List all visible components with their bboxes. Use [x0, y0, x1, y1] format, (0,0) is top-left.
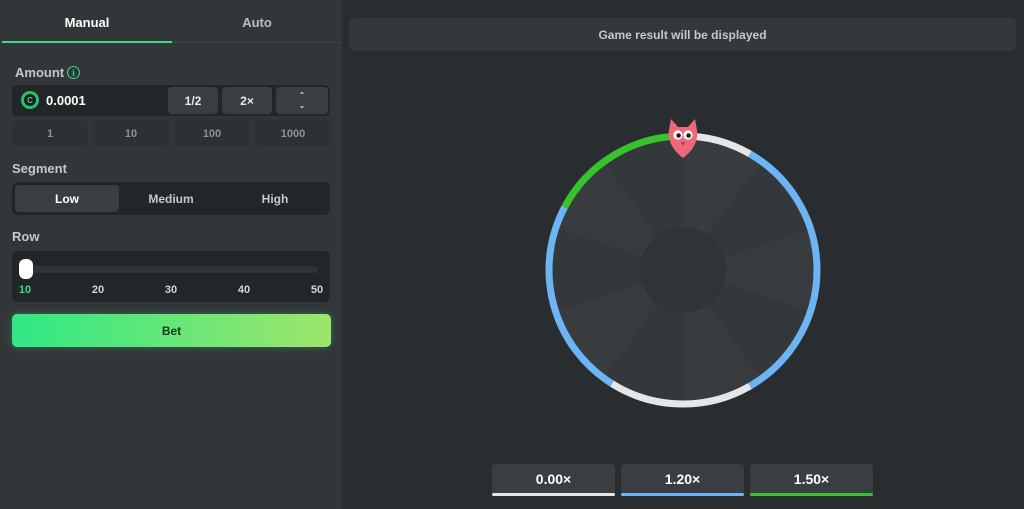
bet-button[interactable]: Bet [12, 314, 331, 347]
row-slider-group: 10 20 30 40 50 [12, 251, 330, 302]
quick-amount-1[interactable]: 1 [12, 121, 88, 146]
row-slider-handle[interactable] [19, 259, 33, 279]
amount-label: Amount [15, 65, 65, 80]
amount-field-group: C 1/2 2× ⌃ ⌄ [12, 85, 330, 116]
row-tick-50: 50 [310, 284, 324, 296]
control-panel: Manual Auto Amount i C 1/2 2× ⌃ ⌄ 1 10 1… [0, 0, 342, 509]
row-slider-track[interactable] [24, 266, 318, 273]
wheel [545, 119, 821, 408]
game-result-bar: Game result will be displayed [349, 18, 1016, 51]
coin-glyph: C [24, 94, 36, 106]
row-tick-20: 20 [91, 284, 105, 296]
multiplier-0: 0.00× [492, 464, 615, 496]
segment-medium[interactable]: Medium [119, 185, 223, 212]
tab-manual[interactable]: Manual [2, 0, 172, 44]
row-tick-30: 30 [164, 284, 178, 296]
amount-stepper[interactable]: ⌃ ⌄ [276, 87, 328, 114]
double-amount-button[interactable]: 2× [222, 87, 272, 114]
quick-amount-100[interactable]: 100 [174, 121, 250, 146]
segment-label: Segment [12, 161, 67, 176]
row-tick-10: 10 [18, 284, 32, 296]
row-tick-40: 40 [237, 284, 251, 296]
multiplier-1-50: 1.50× [750, 464, 873, 496]
tab-auto[interactable]: Auto [172, 0, 342, 44]
segment-low[interactable]: Low [15, 185, 119, 212]
multiplier-1-20: 1.20× [621, 464, 744, 496]
info-icon[interactable]: i [67, 66, 80, 79]
half-amount-button[interactable]: 1/2 [168, 87, 218, 114]
active-tab-indicator [2, 41, 172, 43]
coin-icon: C [21, 91, 39, 109]
quick-amount-1000[interactable]: 1000 [255, 121, 331, 146]
amount-input[interactable] [46, 85, 164, 116]
segment-high[interactable]: High [223, 185, 327, 212]
segment-selector: Low Medium High [12, 182, 330, 215]
row-label: Row [12, 229, 40, 244]
quick-amount-10[interactable]: 10 [93, 121, 169, 146]
mode-tabs: Manual Auto [0, 0, 342, 44]
wheel-hub [640, 227, 726, 313]
chevron-down-icon[interactable]: ⌄ [299, 101, 306, 110]
chevron-up-icon[interactable]: ⌃ [299, 91, 306, 100]
